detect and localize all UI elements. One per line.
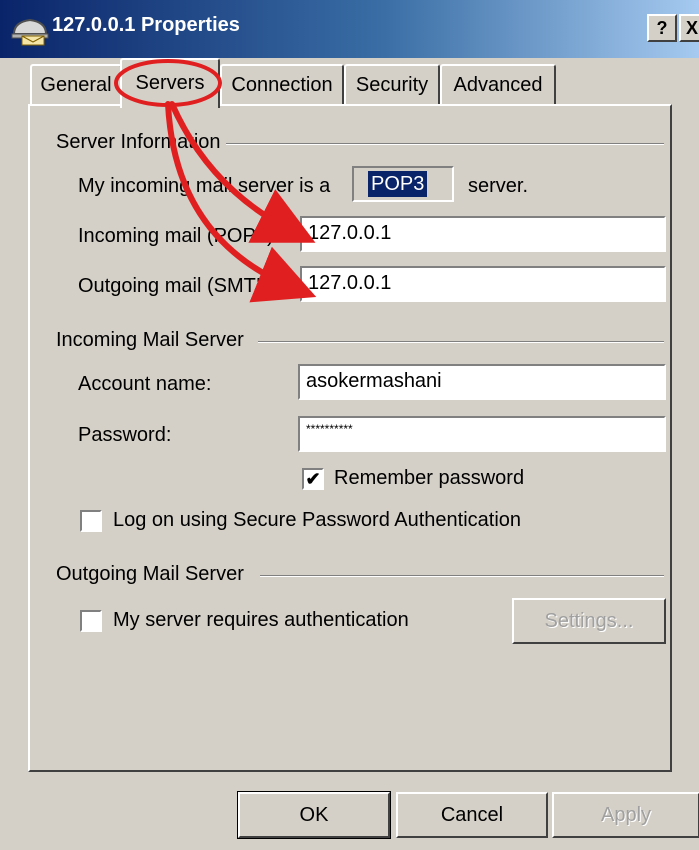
outgoing-mail-field[interactable]: 127.0.0.1 xyxy=(300,266,666,302)
mail-account-icon xyxy=(11,18,49,46)
remember-password-checkbox[interactable]: ✔ xyxy=(302,468,324,490)
account-name-label: Account name: xyxy=(78,373,212,395)
incoming-server-type-label: My incoming mail server is a xyxy=(78,175,331,197)
secure-password-auth-label: Log on using Secure Password Authenticat… xyxy=(113,509,522,531)
tab-connection[interactable]: Connection xyxy=(220,64,344,104)
settings-button[interactable]: Settings... xyxy=(512,598,666,644)
properties-dialog: 127.0.0.1 Properties ? X General Servers… xyxy=(0,0,699,850)
ok-button[interactable]: OK xyxy=(237,791,391,839)
incoming-mail-label: Incoming mail (POP3): xyxy=(78,225,280,247)
remember-password-label: Remember password xyxy=(334,467,525,489)
server-requires-auth-checkbox[interactable] xyxy=(80,610,102,632)
tab-advanced[interactable]: Advanced xyxy=(440,64,556,104)
tab-security[interactable]: Security xyxy=(344,64,440,104)
server-information-heading: Server Information xyxy=(56,131,221,153)
close-button[interactable]: X xyxy=(679,14,699,42)
protocol-value: POP3 xyxy=(368,171,428,197)
tab-servers[interactable]: Servers xyxy=(120,58,220,108)
password-field[interactable]: ********** xyxy=(298,416,666,452)
account-name-field[interactable]: asokermashani xyxy=(298,364,666,400)
secure-password-auth-checkbox[interactable] xyxy=(80,510,102,532)
incoming-server-type-suffix: server. xyxy=(468,175,529,197)
outgoing-mail-server-divider xyxy=(260,575,664,577)
outgoing-mail-server-heading: Outgoing Mail Server xyxy=(56,563,244,585)
incoming-mail-server-divider xyxy=(258,341,664,343)
apply-button[interactable]: Apply xyxy=(552,792,699,838)
checkmark-icon: ✔ xyxy=(305,469,321,489)
tab-general[interactable]: General xyxy=(30,64,122,104)
title-bar[interactable]: 127.0.0.1 Properties ? X xyxy=(0,0,699,58)
cancel-button[interactable]: Cancel xyxy=(396,792,548,838)
incoming-mail-server-heading: Incoming Mail Server xyxy=(56,329,244,351)
outgoing-mail-label: Outgoing mail (SMTP): xyxy=(78,275,282,297)
protocol-display: POP3 xyxy=(352,166,454,202)
server-information-divider xyxy=(226,143,664,145)
password-label: Password: xyxy=(78,424,172,446)
help-button[interactable]: ? xyxy=(647,14,677,42)
incoming-mail-field[interactable]: 127.0.0.1 xyxy=(300,216,666,252)
window-title: 127.0.0.1 Properties xyxy=(52,14,240,36)
server-requires-auth-label: My server requires authentication xyxy=(113,609,409,631)
